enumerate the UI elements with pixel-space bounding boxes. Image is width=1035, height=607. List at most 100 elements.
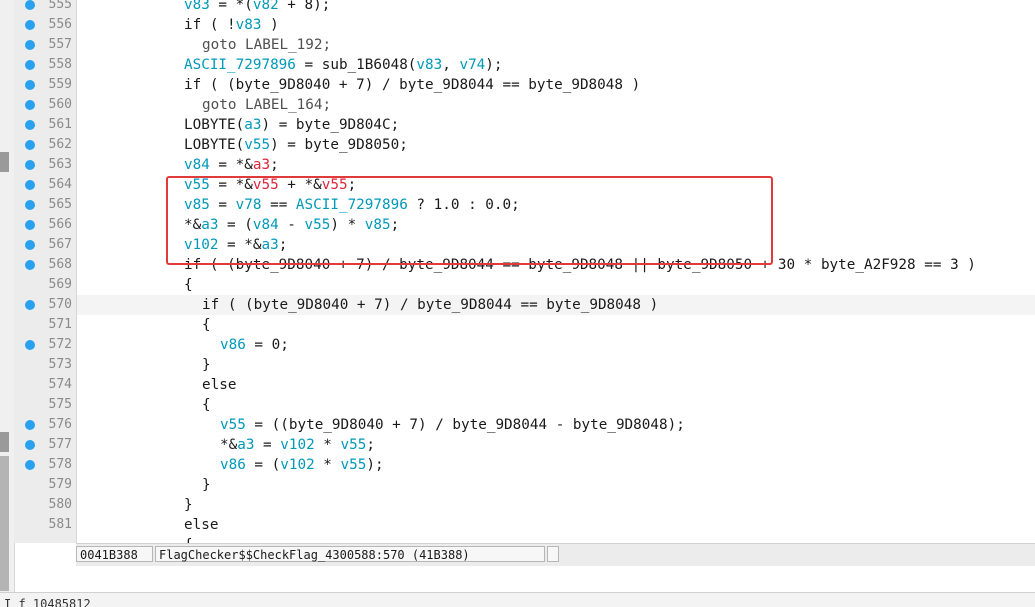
code-line[interactable]: 573} bbox=[0, 355, 1035, 375]
code-text[interactable]: v84 = *&a3; bbox=[184, 155, 279, 175]
breakpoint-dot-icon[interactable] bbox=[25, 300, 35, 310]
code-text[interactable]: goto LABEL_164; bbox=[202, 95, 331, 115]
line-number: 575 bbox=[48, 397, 72, 412]
code-line[interactable]: 580} bbox=[0, 495, 1035, 515]
code-text[interactable]: } bbox=[184, 495, 193, 515]
code-line[interactable]: 557 goto LABEL_192; bbox=[0, 35, 1035, 55]
code-line[interactable]: 578 v86 = (v102 * v55); bbox=[0, 455, 1035, 475]
code-text[interactable]: v83 = *(v82 + 8); bbox=[184, 0, 330, 15]
code-token: ; bbox=[270, 157, 279, 173]
code-identifier[interactable]: v84 bbox=[184, 157, 210, 173]
breakpoint-dot-icon[interactable] bbox=[25, 80, 35, 90]
code-identifier[interactable]: goto LABEL_192; bbox=[202, 37, 331, 53]
breakpoint-dot-icon[interactable] bbox=[25, 240, 35, 250]
code-text[interactable]: ASCII_7297896 = sub_1B6048(v83, v74); bbox=[184, 55, 503, 75]
breakpoint-dot-icon[interactable] bbox=[25, 420, 35, 430]
code-identifier[interactable]: v83 bbox=[236, 17, 262, 33]
code-line[interactable]: 574 else bbox=[0, 375, 1035, 395]
line-number: 555 bbox=[48, 0, 72, 12]
code-text[interactable]: { bbox=[202, 395, 211, 415]
line-number: 563 bbox=[48, 157, 72, 172]
code-text[interactable]: } bbox=[202, 355, 211, 375]
breakpoint-dot-icon[interactable] bbox=[25, 340, 35, 350]
code-identifier[interactable]: v82 bbox=[253, 0, 279, 13]
code-token: *& bbox=[220, 437, 238, 453]
code-identifier[interactable]: v74 bbox=[459, 57, 485, 73]
breakpoint-dot-icon[interactable] bbox=[25, 260, 35, 270]
code-line[interactable]: 558 ASCII_7297896 = sub_1B6048(v83, v74); bbox=[0, 55, 1035, 75]
line-number: 581 bbox=[48, 517, 72, 532]
code-text[interactable]: else bbox=[202, 375, 236, 395]
output-window: I f 10485812 bbox=[0, 592, 1035, 607]
status-address: 0041B388 bbox=[76, 546, 153, 562]
breakpoint-dot-icon[interactable] bbox=[25, 200, 35, 210]
code-identifier[interactable]: ASCII_7297896 bbox=[184, 57, 296, 73]
code-identifier[interactable]: v55 bbox=[244, 137, 270, 153]
code-identifier[interactable]: goto LABEL_164; bbox=[202, 97, 331, 113]
breakpoint-dot-icon[interactable] bbox=[25, 140, 35, 150]
line-number: 570 bbox=[48, 297, 72, 312]
breakpoint-dot-icon[interactable] bbox=[25, 100, 35, 110]
code-line[interactable]: 560 goto LABEL_164; bbox=[0, 95, 1035, 115]
code-line[interactable]: 563 v84 = *&a3; bbox=[0, 155, 1035, 175]
code-identifier[interactable]: v86 bbox=[220, 337, 246, 353]
code-line[interactable]: 576 v55 = ((byte_9D8040 + 7) / byte_9D804… bbox=[0, 415, 1035, 435]
code-line[interactable]: 562 LOBYTE(v55) = byte_9D8050; bbox=[0, 135, 1035, 155]
breakpoint-dot-icon[interactable] bbox=[25, 180, 35, 190]
code-text[interactable]: *&a3 = v102 * v55; bbox=[220, 435, 375, 455]
breakpoint-dot-icon[interactable] bbox=[25, 160, 35, 170]
code-line[interactable]: 579} bbox=[0, 475, 1035, 495]
code-text[interactable]: if ( (byte_9D8040 + 7) / byte_9D8044 == … bbox=[184, 75, 640, 95]
code-line[interactable]: 570 if ( (byte_9D8040 + 7) / byte_9D8044 … bbox=[0, 295, 1035, 315]
code-line[interactable]: 559 if ( (byte_9D8040 + 7) / byte_9D8044 … bbox=[0, 75, 1035, 95]
code-line[interactable]: 572 v86 = 0; bbox=[0, 335, 1035, 355]
code-identifier[interactable]: a3 bbox=[253, 157, 270, 173]
code-line[interactable]: 581 else bbox=[0, 515, 1035, 535]
code-text[interactable]: { bbox=[184, 275, 193, 295]
code-identifier[interactable]: v55 bbox=[341, 437, 367, 453]
code-text[interactable]: if ( !v83 ) bbox=[184, 15, 279, 35]
breakpoint-dot-icon[interactable] bbox=[25, 460, 35, 470]
line-number: 574 bbox=[48, 377, 72, 392]
code-identifier[interactable]: v83 bbox=[184, 0, 210, 13]
code-line[interactable]: 577 *&a3 = v102 * v55; bbox=[0, 435, 1035, 455]
code-token: * bbox=[314, 437, 341, 453]
code-identifier[interactable]: v102 bbox=[280, 437, 314, 453]
code-identifier[interactable]: v102 bbox=[280, 457, 314, 473]
code-text[interactable]: v86 = 0; bbox=[220, 335, 289, 355]
code-identifier[interactable]: v55 bbox=[341, 457, 367, 473]
breakpoint-dot-icon[interactable] bbox=[25, 120, 35, 130]
line-number: 560 bbox=[48, 97, 72, 112]
code-text[interactable]: v55 = ((byte_9D8040 + 7) / byte_9D8044 -… bbox=[220, 415, 685, 435]
code-text[interactable]: else bbox=[184, 515, 218, 535]
code-identifier[interactable]: a3 bbox=[244, 117, 261, 133]
breakpoint-dot-icon[interactable] bbox=[25, 220, 35, 230]
code-identifier[interactable]: a3 bbox=[237, 437, 254, 453]
code-token: ) = byte_9D804C; bbox=[261, 117, 400, 133]
code-text[interactable]: goto LABEL_192; bbox=[202, 35, 331, 55]
breakpoint-dot-icon[interactable] bbox=[25, 40, 35, 50]
code-line[interactable]: 569 { bbox=[0, 275, 1035, 295]
code-identifier[interactable]: v55 bbox=[220, 417, 246, 433]
code-line[interactable]: 575 { bbox=[0, 395, 1035, 415]
code-token: ) bbox=[261, 17, 279, 33]
line-number: 577 bbox=[48, 437, 72, 452]
code-line[interactable]: 561 LOBYTE(a3) = byte_9D804C; bbox=[0, 115, 1035, 135]
code-line[interactable]: 571 { bbox=[0, 315, 1035, 335]
code-token: = *& bbox=[209, 157, 253, 173]
code-line[interactable]: 555 v83 = *(v82 + 8); bbox=[0, 0, 1035, 15]
code-line[interactable]: 556 if ( !v83 ) bbox=[0, 15, 1035, 35]
breakpoint-dot-icon[interactable] bbox=[25, 60, 35, 70]
code-text[interactable]: LOBYTE(a3) = byte_9D804C; bbox=[184, 115, 399, 135]
code-text[interactable]: if ( (byte_9D8040 + 7) / byte_9D8044 == … bbox=[202, 295, 658, 315]
breakpoint-dot-icon[interactable] bbox=[25, 440, 35, 450]
code-identifier[interactable]: v86 bbox=[220, 457, 246, 473]
code-text[interactable]: } bbox=[202, 475, 211, 495]
breakpoint-dot-icon[interactable] bbox=[25, 20, 35, 30]
code-text[interactable]: LOBYTE(v55) = byte_9D8050; bbox=[184, 135, 408, 155]
code-token: } bbox=[202, 357, 211, 373]
breakpoint-dot-icon[interactable] bbox=[25, 0, 35, 10]
code-text[interactable]: v86 = (v102 * v55); bbox=[220, 455, 384, 475]
code-identifier[interactable]: v83 bbox=[416, 57, 442, 73]
code-text[interactable]: { bbox=[202, 315, 211, 335]
